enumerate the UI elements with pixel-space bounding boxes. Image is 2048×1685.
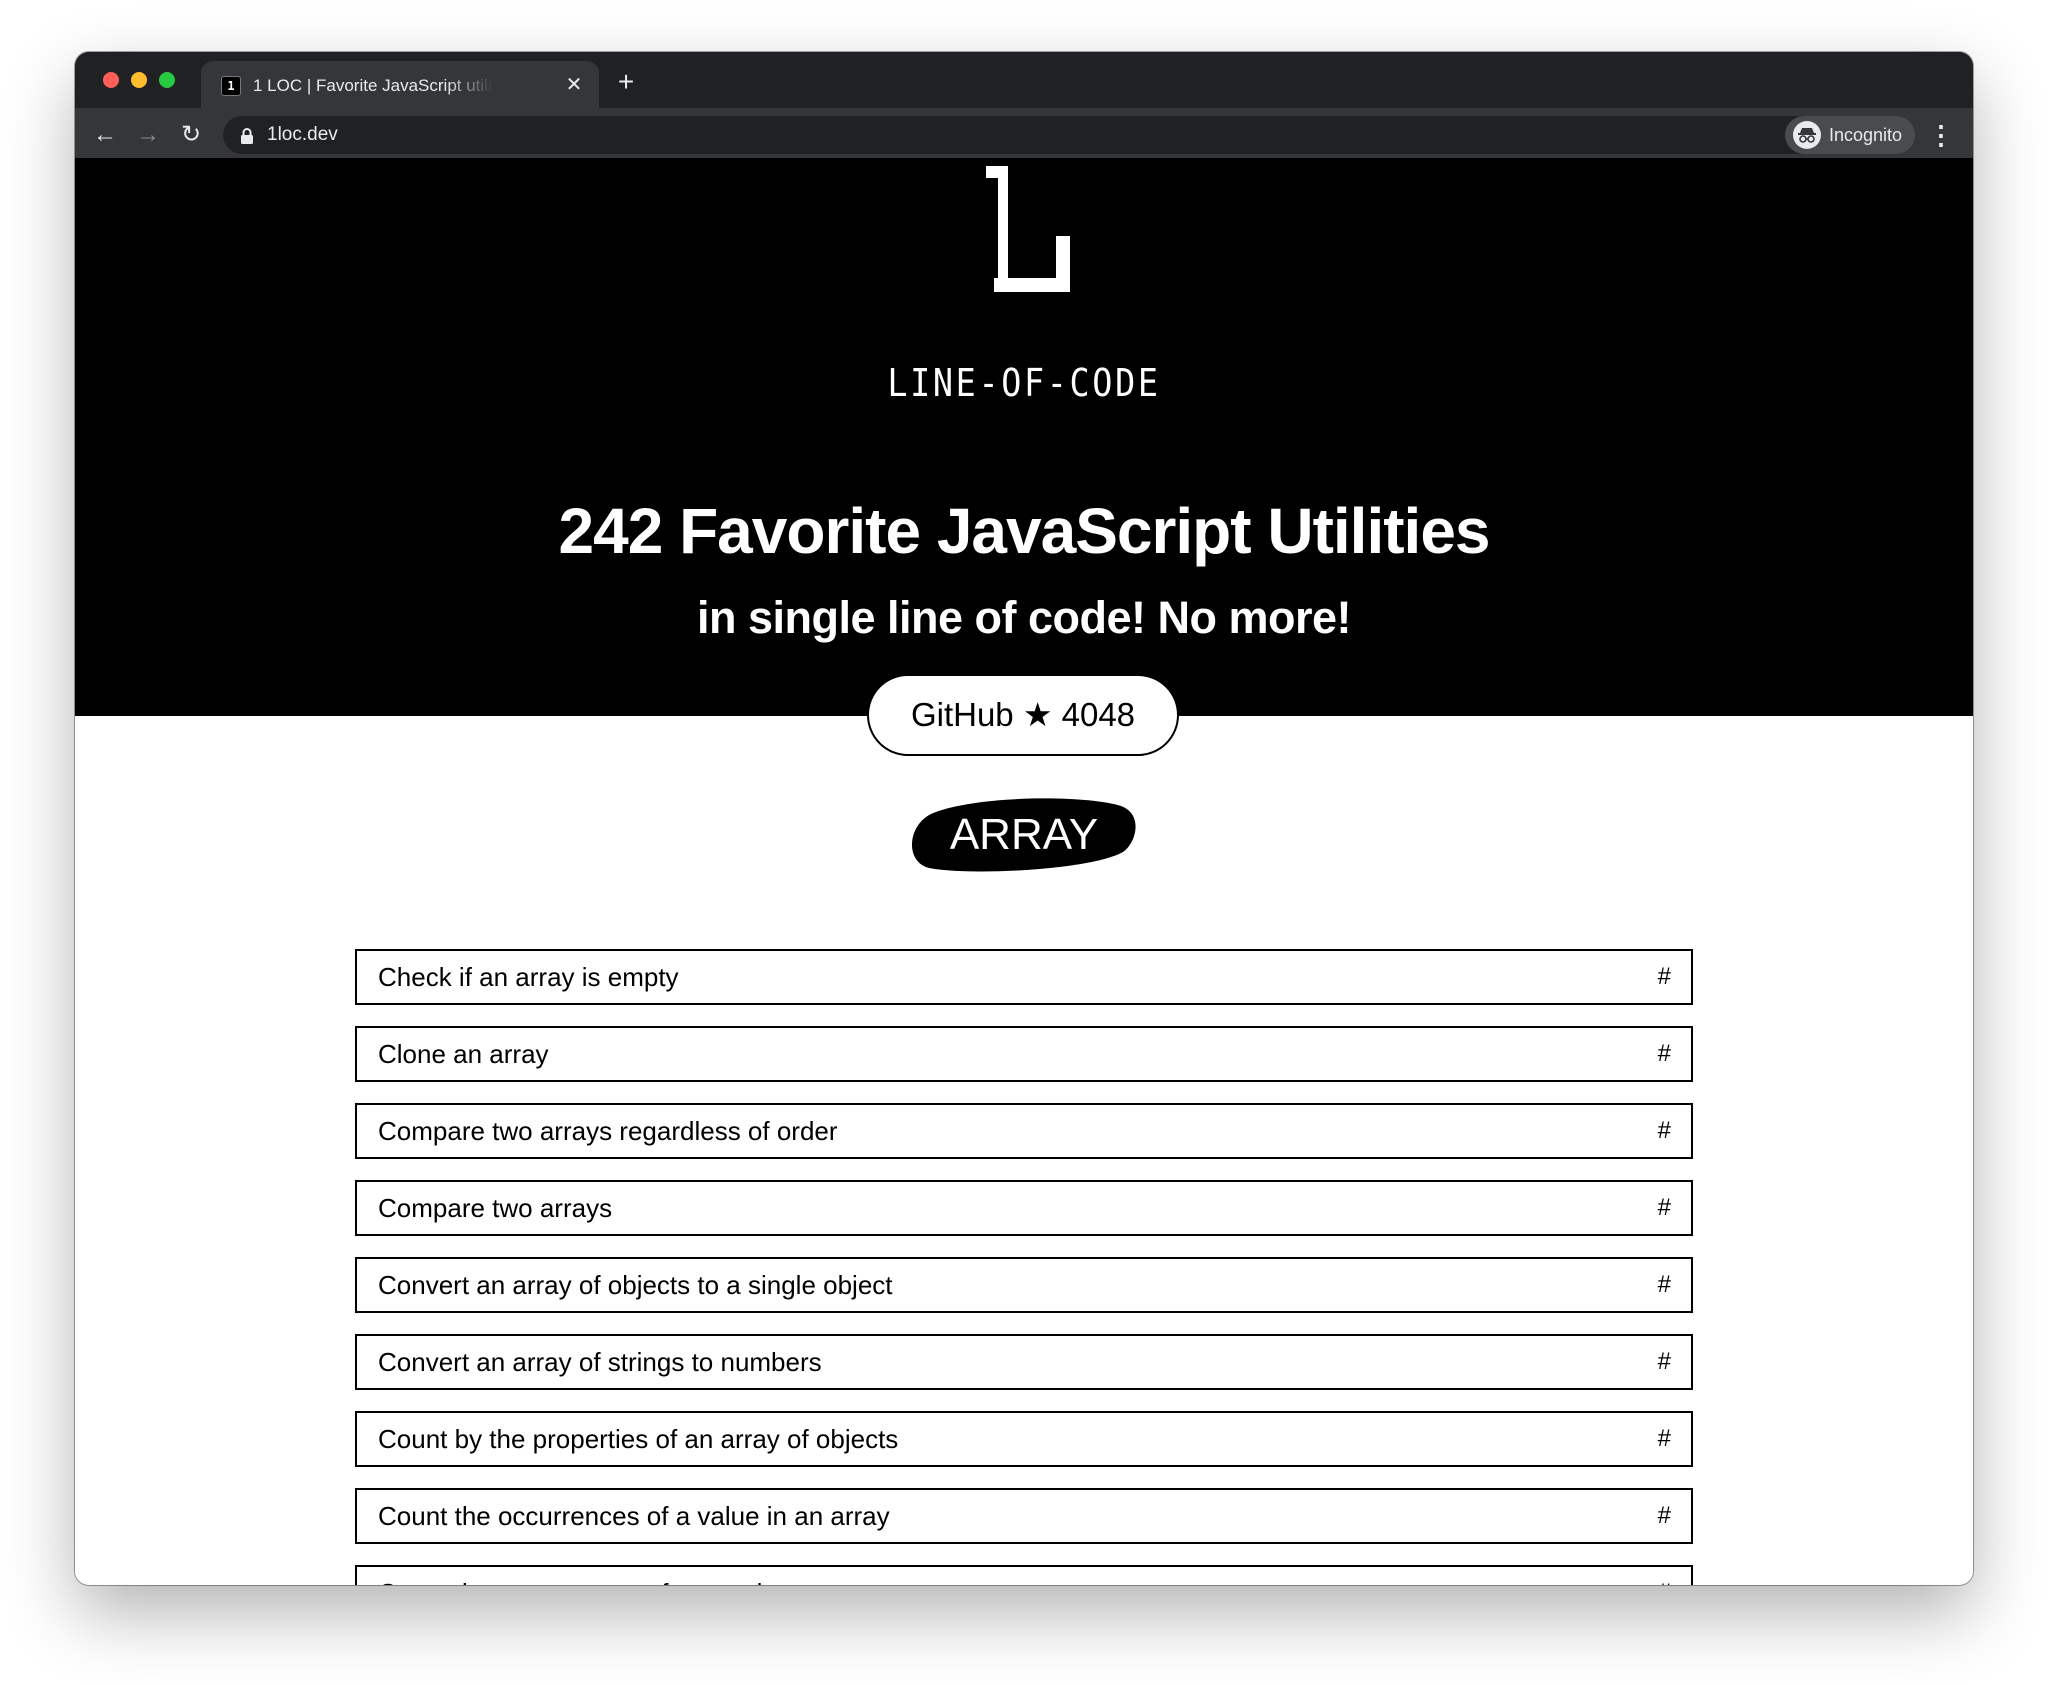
zoom-window-button[interactable] bbox=[159, 72, 175, 88]
list-item[interactable]: Count the occurrences of array elements … bbox=[355, 1565, 1693, 1585]
category-heading: ARRAY bbox=[911, 798, 1137, 872]
item-title[interactable]: Compare two arrays regardless of order bbox=[378, 1105, 838, 1157]
browser-chrome: 1 1 LOC | Favorite JavaScript utilities … bbox=[75, 52, 1973, 158]
list-item[interactable]: Compare two arrays # bbox=[355, 1180, 1693, 1236]
utility-list: Check if an array is empty # Clone an ar… bbox=[355, 949, 1693, 1585]
site-logo-icon[interactable] bbox=[986, 166, 1070, 292]
page-title: 242 Favorite JavaScript Utilities bbox=[558, 495, 1491, 567]
item-title[interactable]: Convert an array of strings to numbers bbox=[378, 1336, 822, 1388]
reload-icon[interactable]: ↻ bbox=[176, 120, 206, 150]
incognito-profile-button[interactable]: Incognito bbox=[1785, 116, 1915, 154]
new-tab-button[interactable]: + bbox=[611, 67, 641, 97]
item-title[interactable]: Convert an array of objects to a single … bbox=[378, 1259, 893, 1311]
github-label: GitHub bbox=[910, 696, 1014, 733]
anchor-link[interactable]: # bbox=[1658, 1028, 1671, 1080]
item-title[interactable]: Compare two arrays bbox=[378, 1182, 612, 1234]
list-item[interactable]: Convert an array of strings to numbers # bbox=[355, 1334, 1693, 1390]
anchor-link[interactable]: # bbox=[1658, 1259, 1671, 1311]
tab-strip: 1 1 LOC | Favorite JavaScript utilities … bbox=[75, 52, 1973, 108]
page-subtitle: in single line of code! No more! bbox=[696, 592, 1352, 643]
list-item[interactable]: Clone an array # bbox=[355, 1026, 1693, 1082]
back-arrow-icon[interactable]: ← bbox=[90, 120, 120, 150]
hero-section: LINE-OF-CODE 242 Favorite JavaScript Uti… bbox=[75, 158, 1973, 716]
list-item[interactable]: Count by the properties of an array of o… bbox=[355, 1411, 1693, 1467]
item-title[interactable]: Count the occurrences of array elements bbox=[378, 1567, 848, 1585]
github-star-count: 4048 bbox=[1061, 696, 1136, 733]
active-tab[interactable]: 1 1 LOC | Favorite JavaScript utilities … bbox=[201, 61, 599, 108]
list-item[interactable]: Count the occurrences of a value in an a… bbox=[355, 1488, 1693, 1544]
anchor-link[interactable]: # bbox=[1658, 1336, 1671, 1388]
anchor-link[interactable]: # bbox=[1658, 1182, 1671, 1234]
star-icon: ★ bbox=[1022, 696, 1053, 733]
close-tab-icon[interactable]: ✕ bbox=[563, 74, 585, 96]
url-text: 1loc.dev bbox=[267, 124, 338, 145]
forward-arrow-icon[interactable]: → bbox=[133, 120, 163, 150]
incognito-label: Incognito bbox=[1829, 125, 1903, 145]
address-bar[interactable]: 1loc.dev ☆ bbox=[223, 116, 1843, 154]
anchor-link[interactable]: # bbox=[1658, 1490, 1671, 1542]
anchor-link[interactable]: # bbox=[1658, 1105, 1671, 1157]
more-menu-icon[interactable]: ⋮ bbox=[1928, 118, 1954, 152]
category-label: ARRAY bbox=[949, 810, 1099, 859]
browser-window: 1 1 LOC | Favorite JavaScript utilities … bbox=[75, 52, 1973, 1585]
github-button[interactable]: GitHub ★ 4048 bbox=[867, 674, 1179, 756]
incognito-icon bbox=[1793, 121, 1821, 149]
lock-icon bbox=[241, 128, 253, 144]
list-item[interactable]: Check if an array is empty # bbox=[355, 949, 1693, 1005]
minimize-window-button[interactable] bbox=[131, 72, 147, 88]
item-title[interactable]: Check if an array is empty bbox=[378, 951, 679, 1003]
tab-title: 1 LOC | Favorite JavaScript utilities in… bbox=[253, 76, 493, 95]
list-item[interactable]: Convert an array of objects to a single … bbox=[355, 1257, 1693, 1313]
item-title[interactable]: Count the occurrences of a value in an a… bbox=[378, 1490, 890, 1542]
logo-wordmark: LINE-OF-CODE bbox=[887, 361, 1161, 405]
list-item[interactable]: Compare two arrays regardless of order # bbox=[355, 1103, 1693, 1159]
item-title[interactable]: Clone an array bbox=[378, 1028, 549, 1080]
page-content: LINE-OF-CODE 242 Favorite JavaScript Uti… bbox=[75, 158, 1973, 1585]
item-title[interactable]: Count by the properties of an array of o… bbox=[378, 1413, 898, 1465]
anchor-link[interactable]: # bbox=[1658, 951, 1671, 1003]
anchor-link[interactable]: # bbox=[1658, 1567, 1671, 1585]
close-window-button[interactable] bbox=[103, 72, 119, 88]
anchor-link[interactable]: # bbox=[1658, 1413, 1671, 1465]
site-favicon-icon: 1 bbox=[221, 76, 241, 96]
